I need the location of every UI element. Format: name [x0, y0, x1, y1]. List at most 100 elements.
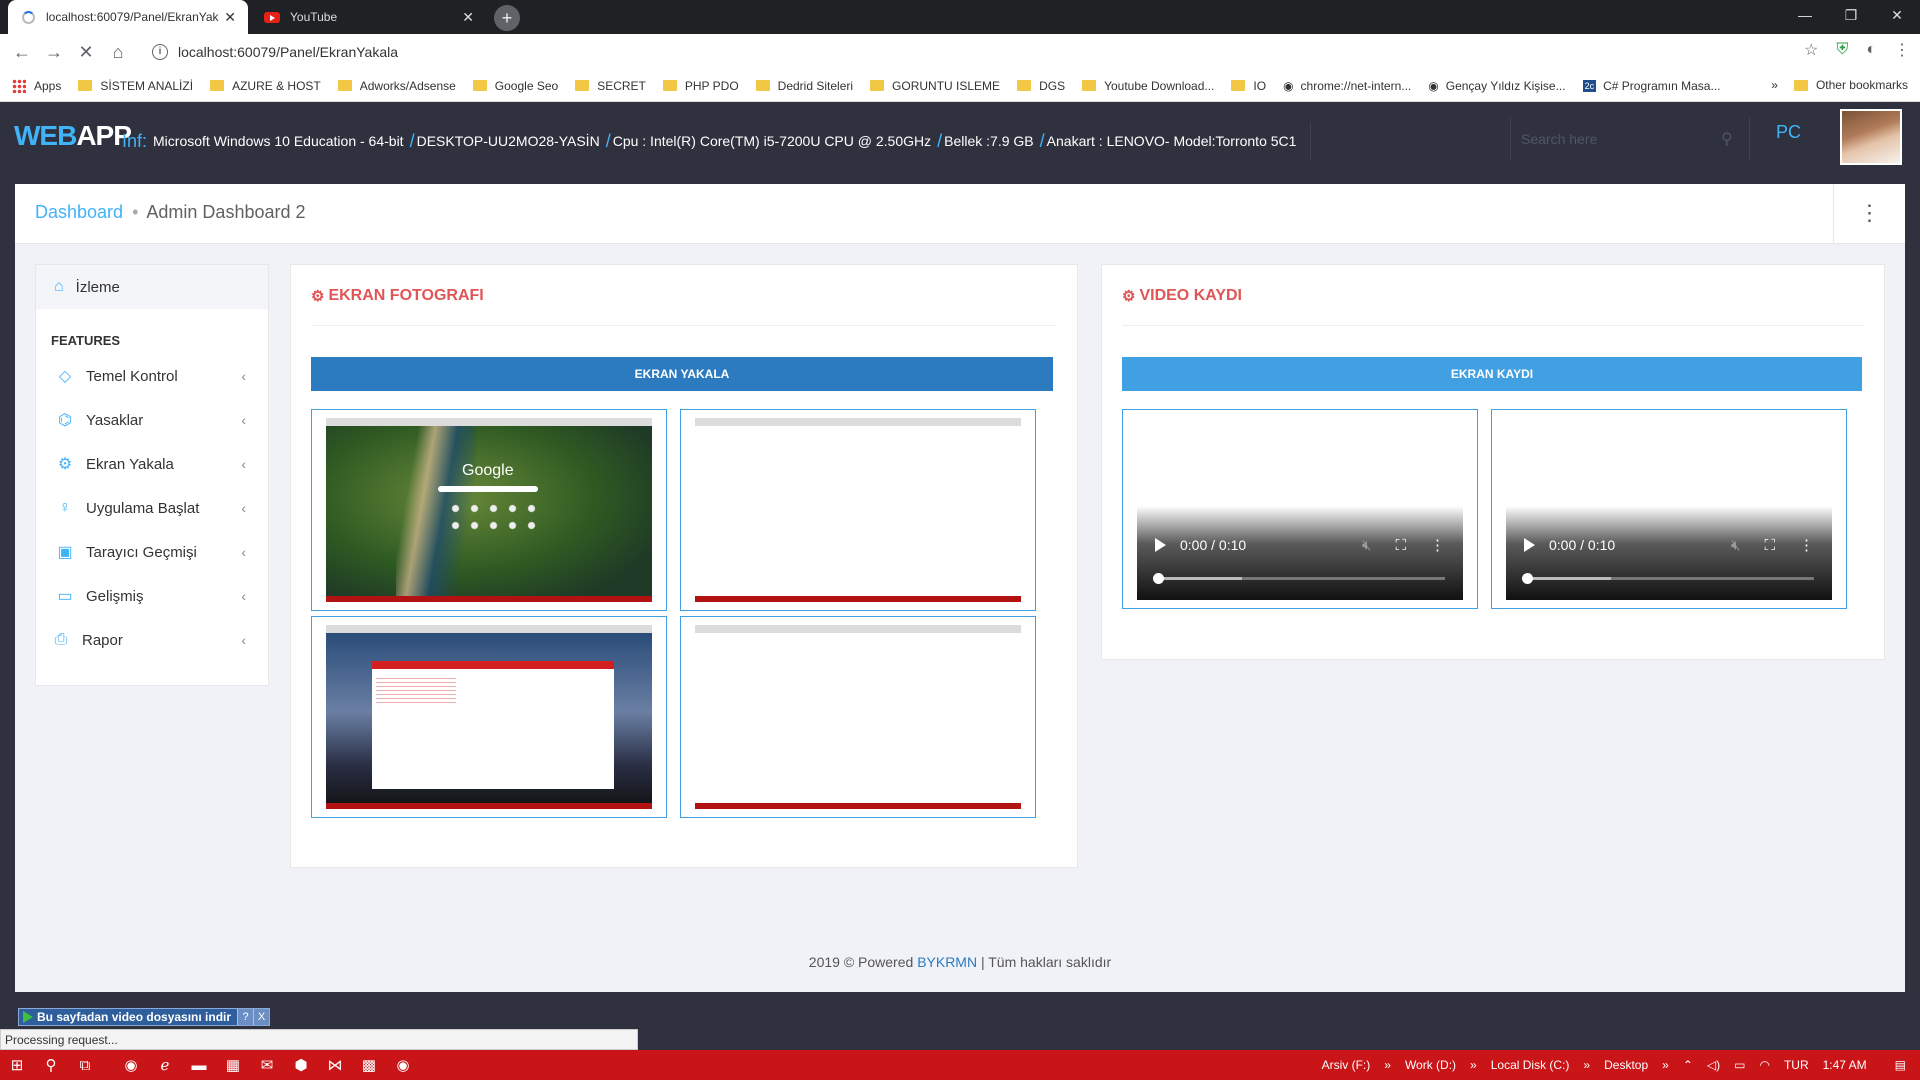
search-icon[interactable]: ⚲: [34, 1056, 68, 1074]
search-icon[interactable]: ⚲: [1721, 129, 1733, 149]
sidebar-item-izleme[interactable]: ⌂ İzleme: [36, 265, 268, 309]
video-screen[interactable]: 0:00 / 0:10 🔇︎ ⛶ ⋮: [1506, 424, 1832, 600]
sidebar-item-tarayici-gecmisi[interactable]: ▣ Tarayıcı Geçmişi ‹: [36, 530, 268, 574]
toolbar-drive-d[interactable]: Work (D:): [1405, 1058, 1456, 1072]
more-bookmarks-icon[interactable]: »: [1771, 78, 1778, 92]
more-icon[interactable]: ⋮: [1430, 536, 1445, 554]
video-player[interactable]: 0:00 / 0:10 🔇︎ ⛶ ⋮: [1491, 409, 1847, 609]
bookmark-folder[interactable]: IO: [1231, 79, 1266, 93]
mute-icon[interactable]: 🔇︎: [1362, 537, 1371, 554]
battery-icon[interactable]: ▭: [1734, 1058, 1745, 1072]
chrome-icon[interactable]: ◉: [114, 1056, 148, 1074]
language-indicator[interactable]: TUR: [1784, 1058, 1809, 1072]
star-icon[interactable]: ☆: [1804, 40, 1818, 60]
more-icon[interactable]: ⋮: [1799, 536, 1814, 554]
sidebar-item-uygulama-baslat[interactable]: ♀ Uygulama Başlat ‹: [36, 486, 268, 530]
paint-icon[interactable]: ▩: [352, 1056, 386, 1074]
video-screen[interactable]: 0:00 / 0:10 🔇︎ ⛶ ⋮: [1137, 424, 1463, 600]
sidebar-item-temel-kontrol[interactable]: ◇ Temel Kontrol ‹: [36, 354, 268, 398]
clock[interactable]: 1:47 AM: [1823, 1058, 1867, 1072]
notifications-icon[interactable]: ▤: [1895, 1058, 1906, 1072]
wifi-icon[interactable]: ◠: [1759, 1058, 1769, 1072]
bookmark-link[interactable]: ◉ chrome://net-intern...: [1283, 79, 1411, 93]
help-icon[interactable]: ?: [237, 1009, 254, 1025]
download-video-button[interactable]: Bu sayfadan video dosyasını indir: [19, 1010, 237, 1024]
toolbar-drive-f[interactable]: Arsiv (F:): [1322, 1058, 1371, 1072]
bookmark-apps[interactable]: Apps: [12, 78, 61, 93]
home-icon[interactable]: ⌂: [102, 42, 134, 63]
progress-knob[interactable]: [1522, 573, 1533, 584]
fullscreen-icon[interactable]: ⛶: [1764, 537, 1775, 554]
menu-icon[interactable]: ⋮: [1894, 40, 1910, 60]
forward-icon[interactable]: →: [38, 42, 70, 63]
screenshot-thumbnail[interactable]: [311, 616, 667, 818]
store-icon[interactable]: ▦: [216, 1056, 250, 1074]
new-tab-button[interactable]: +: [494, 5, 520, 31]
close-window-icon[interactable]: ✕: [1874, 0, 1920, 30]
minimize-icon[interactable]: —: [1782, 0, 1828, 30]
back-icon[interactable]: ←: [6, 42, 38, 63]
sidebar-item-gelismis[interactable]: ▭ Gelişmiş ‹: [36, 574, 268, 618]
screenshot-thumbnail[interactable]: [680, 616, 1036, 818]
close-icon[interactable]: ✕: [462, 9, 474, 26]
task-view-icon[interactable]: ⧉: [68, 1057, 102, 1074]
bookmark-folder[interactable]: Adworks/Adsense: [337, 79, 456, 93]
video-progress[interactable]: [1522, 573, 1814, 584]
tray-up-icon[interactable]: ⌃: [1683, 1058, 1693, 1072]
search-input[interactable]: [1521, 131, 1721, 147]
windows-taskbar: ⊞ ⚲ ⧉ ◉ ℯ ▬ ▦ ✉ ⬢ ⋈ ▩ ◉ Arsiv (F:) » Work…: [0, 1050, 1920, 1080]
info-icon[interactable]: i: [152, 44, 168, 60]
profile-icon[interactable]: ◐: [1866, 41, 1876, 59]
sidebar-item-ekran-yakala[interactable]: ⚙ Ekran Yakala ‹: [36, 442, 268, 486]
bookmark-folder[interactable]: AZURE & HOST: [210, 79, 321, 93]
capture-screen-button[interactable]: EKRAN YAKALA: [311, 357, 1053, 391]
bookmark-folder[interactable]: DGS: [1017, 79, 1065, 93]
close-icon[interactable]: X: [253, 1009, 270, 1025]
play-icon[interactable]: [1524, 538, 1535, 552]
app-logo[interactable]: WEBAPP: [14, 120, 132, 152]
mail-icon[interactable]: ✉: [250, 1056, 284, 1074]
edge-icon[interactable]: ℯ: [148, 1056, 182, 1074]
address-bar[interactable]: i localhost:60079/Panel/EkranYakala: [140, 38, 1760, 66]
windows-start-icon[interactable]: ⊞: [0, 1056, 34, 1074]
shield-icon[interactable]: ⛨: [1836, 41, 1848, 59]
footer-brand-link[interactable]: BYKRMN: [917, 954, 977, 970]
visual-studio-icon[interactable]: ⋈: [318, 1056, 352, 1074]
close-icon[interactable]: ✕: [224, 9, 236, 26]
tab-youtube[interactable]: YouTube ✕: [252, 0, 486, 34]
bookmark-folder[interactable]: Dedrid Siteleri: [755, 79, 853, 93]
screenshot-thumbnail[interactable]: Google: [311, 409, 667, 611]
volume-icon[interactable]: ◁): [1707, 1058, 1720, 1072]
bookmark-folder[interactable]: SİSTEM ANALİZİ: [78, 79, 193, 93]
pc-label[interactable]: PC: [1776, 122, 1812, 143]
video-player[interactable]: 0:00 / 0:10 🔇︎ ⛶ ⋮: [1122, 409, 1478, 609]
kebab-menu-icon[interactable]: ⋮: [1833, 184, 1905, 244]
tab-localhost[interactable]: localhost:60079/Panel/EkranYak ✕: [8, 0, 248, 34]
bookmark-folder[interactable]: SECRET: [575, 79, 646, 93]
video-progress[interactable]: [1153, 573, 1445, 584]
play-icon[interactable]: [1155, 538, 1166, 552]
screenshot-thumbnail[interactable]: [680, 409, 1036, 611]
reload-icon[interactable]: ✕: [70, 42, 102, 63]
bookmark-link[interactable]: 2c C# Programın Masa...: [1582, 79, 1720, 93]
bookmark-link[interactable]: ◉ Gençay Yıldız Kişise...: [1428, 79, 1565, 93]
app-icon[interactable]: ⬢: [284, 1056, 318, 1074]
toolbar-drive-c[interactable]: Local Disk (C:): [1491, 1058, 1570, 1072]
breadcrumb-home[interactable]: Dashboard: [35, 202, 123, 222]
record-screen-button[interactable]: EKRAN KAYDI: [1122, 357, 1862, 391]
sidebar-item-yasaklar[interactable]: ⌬ Yasaklar ‹: [36, 398, 268, 442]
chrome-icon[interactable]: ◉: [386, 1056, 420, 1074]
file-explorer-icon[interactable]: ▬: [182, 1057, 216, 1074]
restore-icon[interactable]: ❐: [1828, 0, 1874, 30]
bookmark-folder[interactable]: Youtube Download...: [1082, 79, 1214, 93]
progress-knob[interactable]: [1153, 573, 1164, 584]
toolbar-desktop[interactable]: Desktop: [1604, 1058, 1648, 1072]
bookmark-folder[interactable]: PHP PDO: [662, 79, 739, 93]
bookmark-folder[interactable]: Google Seo: [472, 79, 558, 93]
bookmark-folder[interactable]: GORUNTU ISLEME: [870, 79, 1000, 93]
other-bookmarks[interactable]: Other bookmarks: [1816, 78, 1908, 92]
sidebar-item-rapor[interactable]: ⎙ Rapor ‹: [36, 618, 268, 662]
mute-icon[interactable]: 🔇︎: [1731, 537, 1740, 554]
fullscreen-icon[interactable]: ⛶: [1395, 537, 1406, 554]
avatar[interactable]: [1840, 109, 1902, 165]
